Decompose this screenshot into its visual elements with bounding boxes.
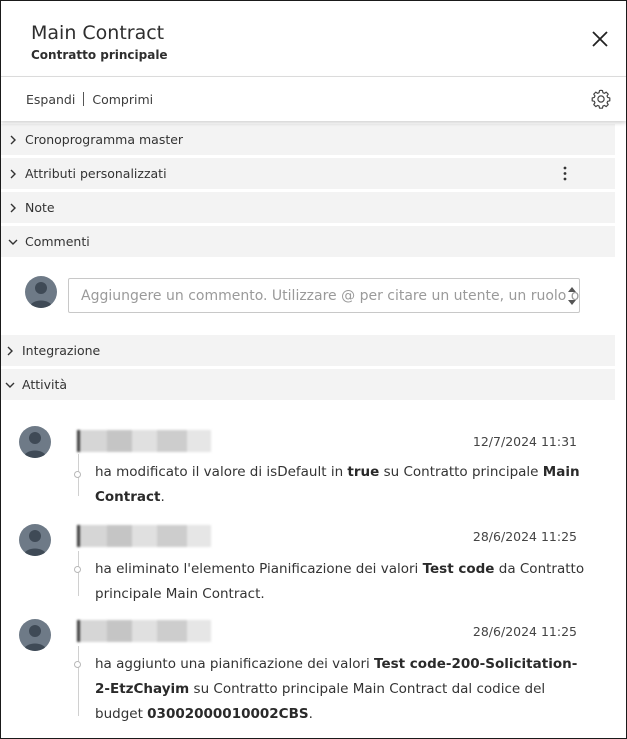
user-avatar-icon — [25, 276, 57, 308]
section-label: Note — [25, 200, 55, 215]
section-custom-attributes[interactable]: Attributi personalizzati — [1, 158, 615, 189]
activity-text: ha aggiunto una pianificazione dei valor… — [95, 656, 578, 722]
avatar — [19, 524, 51, 556]
user-avatar-icon — [19, 524, 51, 556]
timeline-dot — [74, 471, 81, 478]
panel-toolbar: Espandi Comprimi — [1, 77, 626, 121]
activity-feed: 12/7/2024 11:31 ha modificato il valore … — [1, 400, 626, 738]
section-notes[interactable]: Note — [1, 192, 615, 223]
redacted-user-name — [77, 525, 211, 547]
activity-date: 28/6/2024 11:25 — [472, 529, 577, 544]
avatar — [25, 276, 57, 308]
timeline-dot — [74, 566, 81, 573]
activity-date: 12/7/2024 11:31 — [472, 434, 577, 449]
gear-icon[interactable] — [590, 88, 612, 110]
section-integration[interactable]: Integrazione — [1, 335, 615, 366]
close-icon[interactable] — [590, 29, 610, 49]
avatar — [19, 619, 51, 651]
timeline-line — [78, 551, 79, 596]
panel-subtitle: Contratto principale — [31, 48, 168, 62]
chevron-right-icon — [10, 169, 16, 178]
section-comments[interactable]: Commenti — [1, 226, 615, 257]
chevron-right-icon — [7, 346, 13, 355]
comment-input[interactable]: Aggiungere un commento. Utilizzare @ per… — [68, 278, 580, 313]
activity-text: ha eliminato l'elemento Pianificazione d… — [95, 561, 585, 602]
user-avatar-icon — [19, 426, 51, 458]
section-label: Attività — [22, 377, 68, 392]
timeline-line — [78, 646, 79, 716]
section-label: Attributi personalizzati — [25, 166, 167, 181]
activity-date: 28/6/2024 11:25 — [472, 624, 577, 639]
section-activity[interactable]: Attività — [1, 369, 615, 400]
section-label: Integrazione — [22, 343, 101, 358]
chevron-down-icon — [8, 239, 18, 245]
activity-text: ha modificato il valore di isDefault in … — [95, 464, 580, 505]
panel-header: Main Contract Contratto principale — [1, 1, 626, 77]
more-options-icon[interactable] — [563, 166, 567, 181]
details-panel: Main Contract Contratto principale Espan… — [0, 0, 627, 739]
section-label: Cronoprogramma master — [25, 132, 184, 147]
chevron-right-icon — [10, 203, 16, 212]
expand-all-button[interactable]: Espandi — [26, 92, 75, 107]
redacted-user-name — [77, 620, 211, 642]
chevron-down-icon — [5, 382, 15, 388]
scroll-arrows-icon[interactable] — [567, 283, 577, 309]
collapse-all-button[interactable]: Comprimi — [92, 92, 153, 107]
redacted-user-name — [77, 430, 211, 452]
timeline-dot — [74, 661, 81, 668]
comment-composer: Aggiungere un commento. Utilizzare @ per… — [1, 257, 626, 335]
chevron-right-icon — [10, 135, 16, 144]
toolbar-divider — [83, 92, 85, 106]
avatar — [19, 426, 51, 458]
user-avatar-icon — [19, 619, 51, 651]
panel-title: Main Contract — [31, 22, 165, 44]
section-label: Commenti — [25, 234, 90, 249]
section-master-schedule[interactable]: Cronoprogramma master — [1, 124, 615, 155]
